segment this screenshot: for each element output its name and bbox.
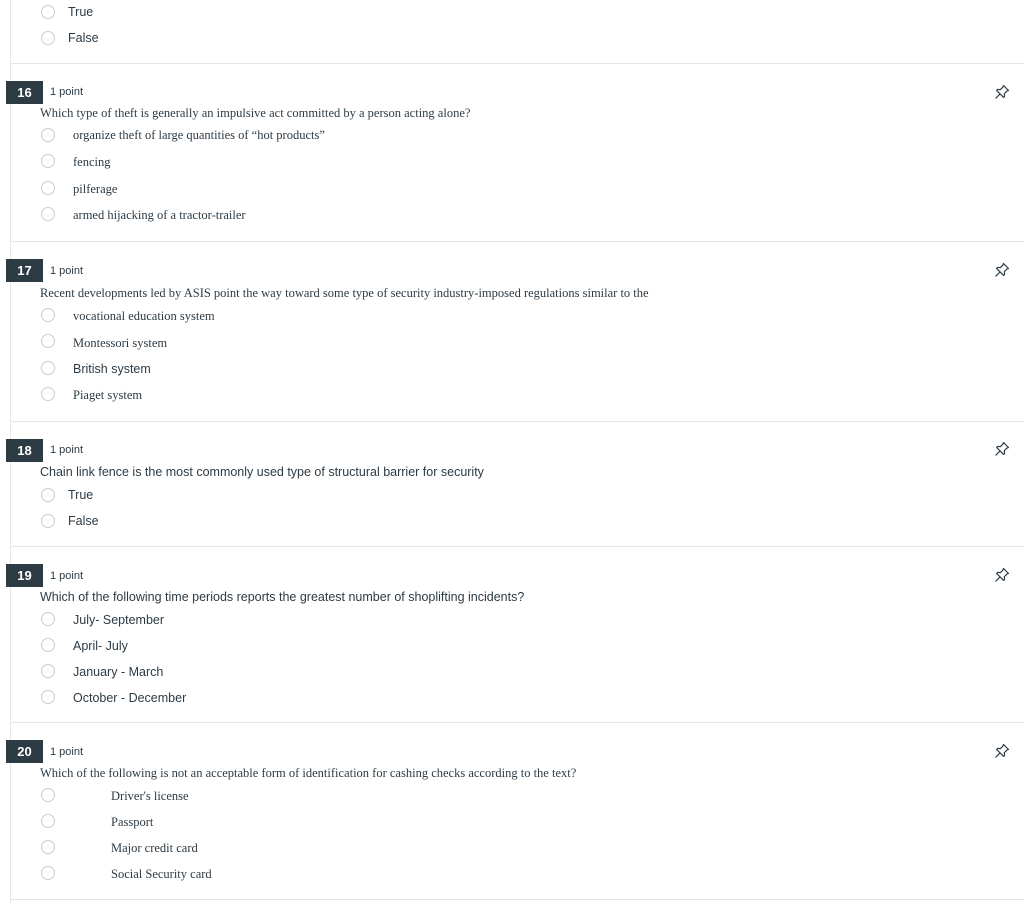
radio-button[interactable] — [41, 207, 55, 221]
question-number-badge: 17 — [6, 259, 43, 282]
answer-label: False — [68, 514, 99, 528]
radio-button[interactable] — [41, 612, 55, 626]
question-divider — [10, 421, 1024, 422]
answer-label: pilferage — [73, 182, 118, 196]
radio-button[interactable] — [41, 664, 55, 678]
question-divider — [10, 546, 1024, 547]
radio-button[interactable] — [41, 5, 55, 19]
radio-button[interactable] — [41, 181, 55, 195]
radio-button[interactable] — [41, 690, 55, 704]
question-number-badge: 18 — [6, 439, 43, 462]
radio-button[interactable] — [41, 154, 55, 168]
answer-label: British system — [73, 362, 151, 376]
question-text: Recent developments led by ASIS point th… — [40, 286, 649, 300]
pin-icon[interactable] — [994, 262, 1010, 278]
answer-label: April- July — [73, 639, 128, 653]
answer-label: True — [68, 5, 94, 19]
radio-button[interactable] — [41, 308, 55, 322]
radio-button[interactable] — [41, 128, 55, 142]
answer-label: Passport — [111, 815, 154, 829]
answer-label: Driver's license — [111, 789, 189, 803]
answer-label: False — [68, 31, 99, 45]
question-text: Which type of theft is generally an impu… — [40, 106, 471, 120]
radio-button[interactable] — [41, 514, 55, 528]
question-text: Which of the following time periods repo… — [40, 590, 525, 604]
radio-button[interactable] — [41, 334, 55, 348]
question-divider — [10, 899, 1024, 900]
question-number-badge: 16 — [6, 81, 43, 104]
radio-button[interactable] — [41, 788, 55, 802]
answer-label: vocational education system — [73, 309, 215, 323]
question-text: Chain link fence is the most commonly us… — [40, 465, 484, 479]
answer-label: Montessori system — [73, 336, 168, 350]
radio-button[interactable] — [41, 488, 55, 502]
answer-label: Social Security card — [111, 867, 212, 881]
answer-label: October - December — [73, 691, 187, 705]
answer-label: January - March — [73, 665, 164, 679]
question-number-badge: 20 — [6, 740, 43, 763]
pin-icon[interactable] — [994, 743, 1010, 759]
radio-button[interactable] — [41, 31, 55, 45]
question-points: 1 point — [50, 570, 84, 582]
radio-button[interactable] — [41, 638, 55, 652]
answer-label: organize theft of large quantities of “h… — [73, 128, 325, 142]
question-divider — [10, 722, 1024, 723]
question-text: Which of the following is not an accepta… — [40, 766, 577, 780]
question-number-badge: 19 — [6, 564, 43, 587]
answer-label: Piaget system — [73, 388, 143, 402]
question-points: 1 point — [50, 86, 84, 98]
question-points: 1 point — [50, 746, 84, 758]
radio-button[interactable] — [41, 361, 55, 375]
question-points: 1 point — [50, 265, 84, 277]
radio-button[interactable] — [41, 814, 55, 828]
question-divider — [10, 241, 1024, 242]
radio-button[interactable] — [41, 387, 55, 401]
pin-icon[interactable] — [994, 441, 1010, 457]
pin-icon[interactable] — [994, 84, 1010, 100]
question-divider — [10, 63, 1024, 64]
answer-label: July- September — [73, 613, 165, 627]
pin-icon[interactable] — [994, 567, 1010, 583]
answer-label: Major credit card — [111, 841, 198, 855]
answer-label: fencing — [73, 155, 111, 169]
question-points: 1 point — [50, 444, 84, 456]
radio-button[interactable] — [41, 866, 55, 880]
answer-label: True — [68, 488, 94, 502]
answer-label: armed hijacking of a tractor-trailer — [73, 208, 246, 222]
radio-button[interactable] — [41, 840, 55, 854]
